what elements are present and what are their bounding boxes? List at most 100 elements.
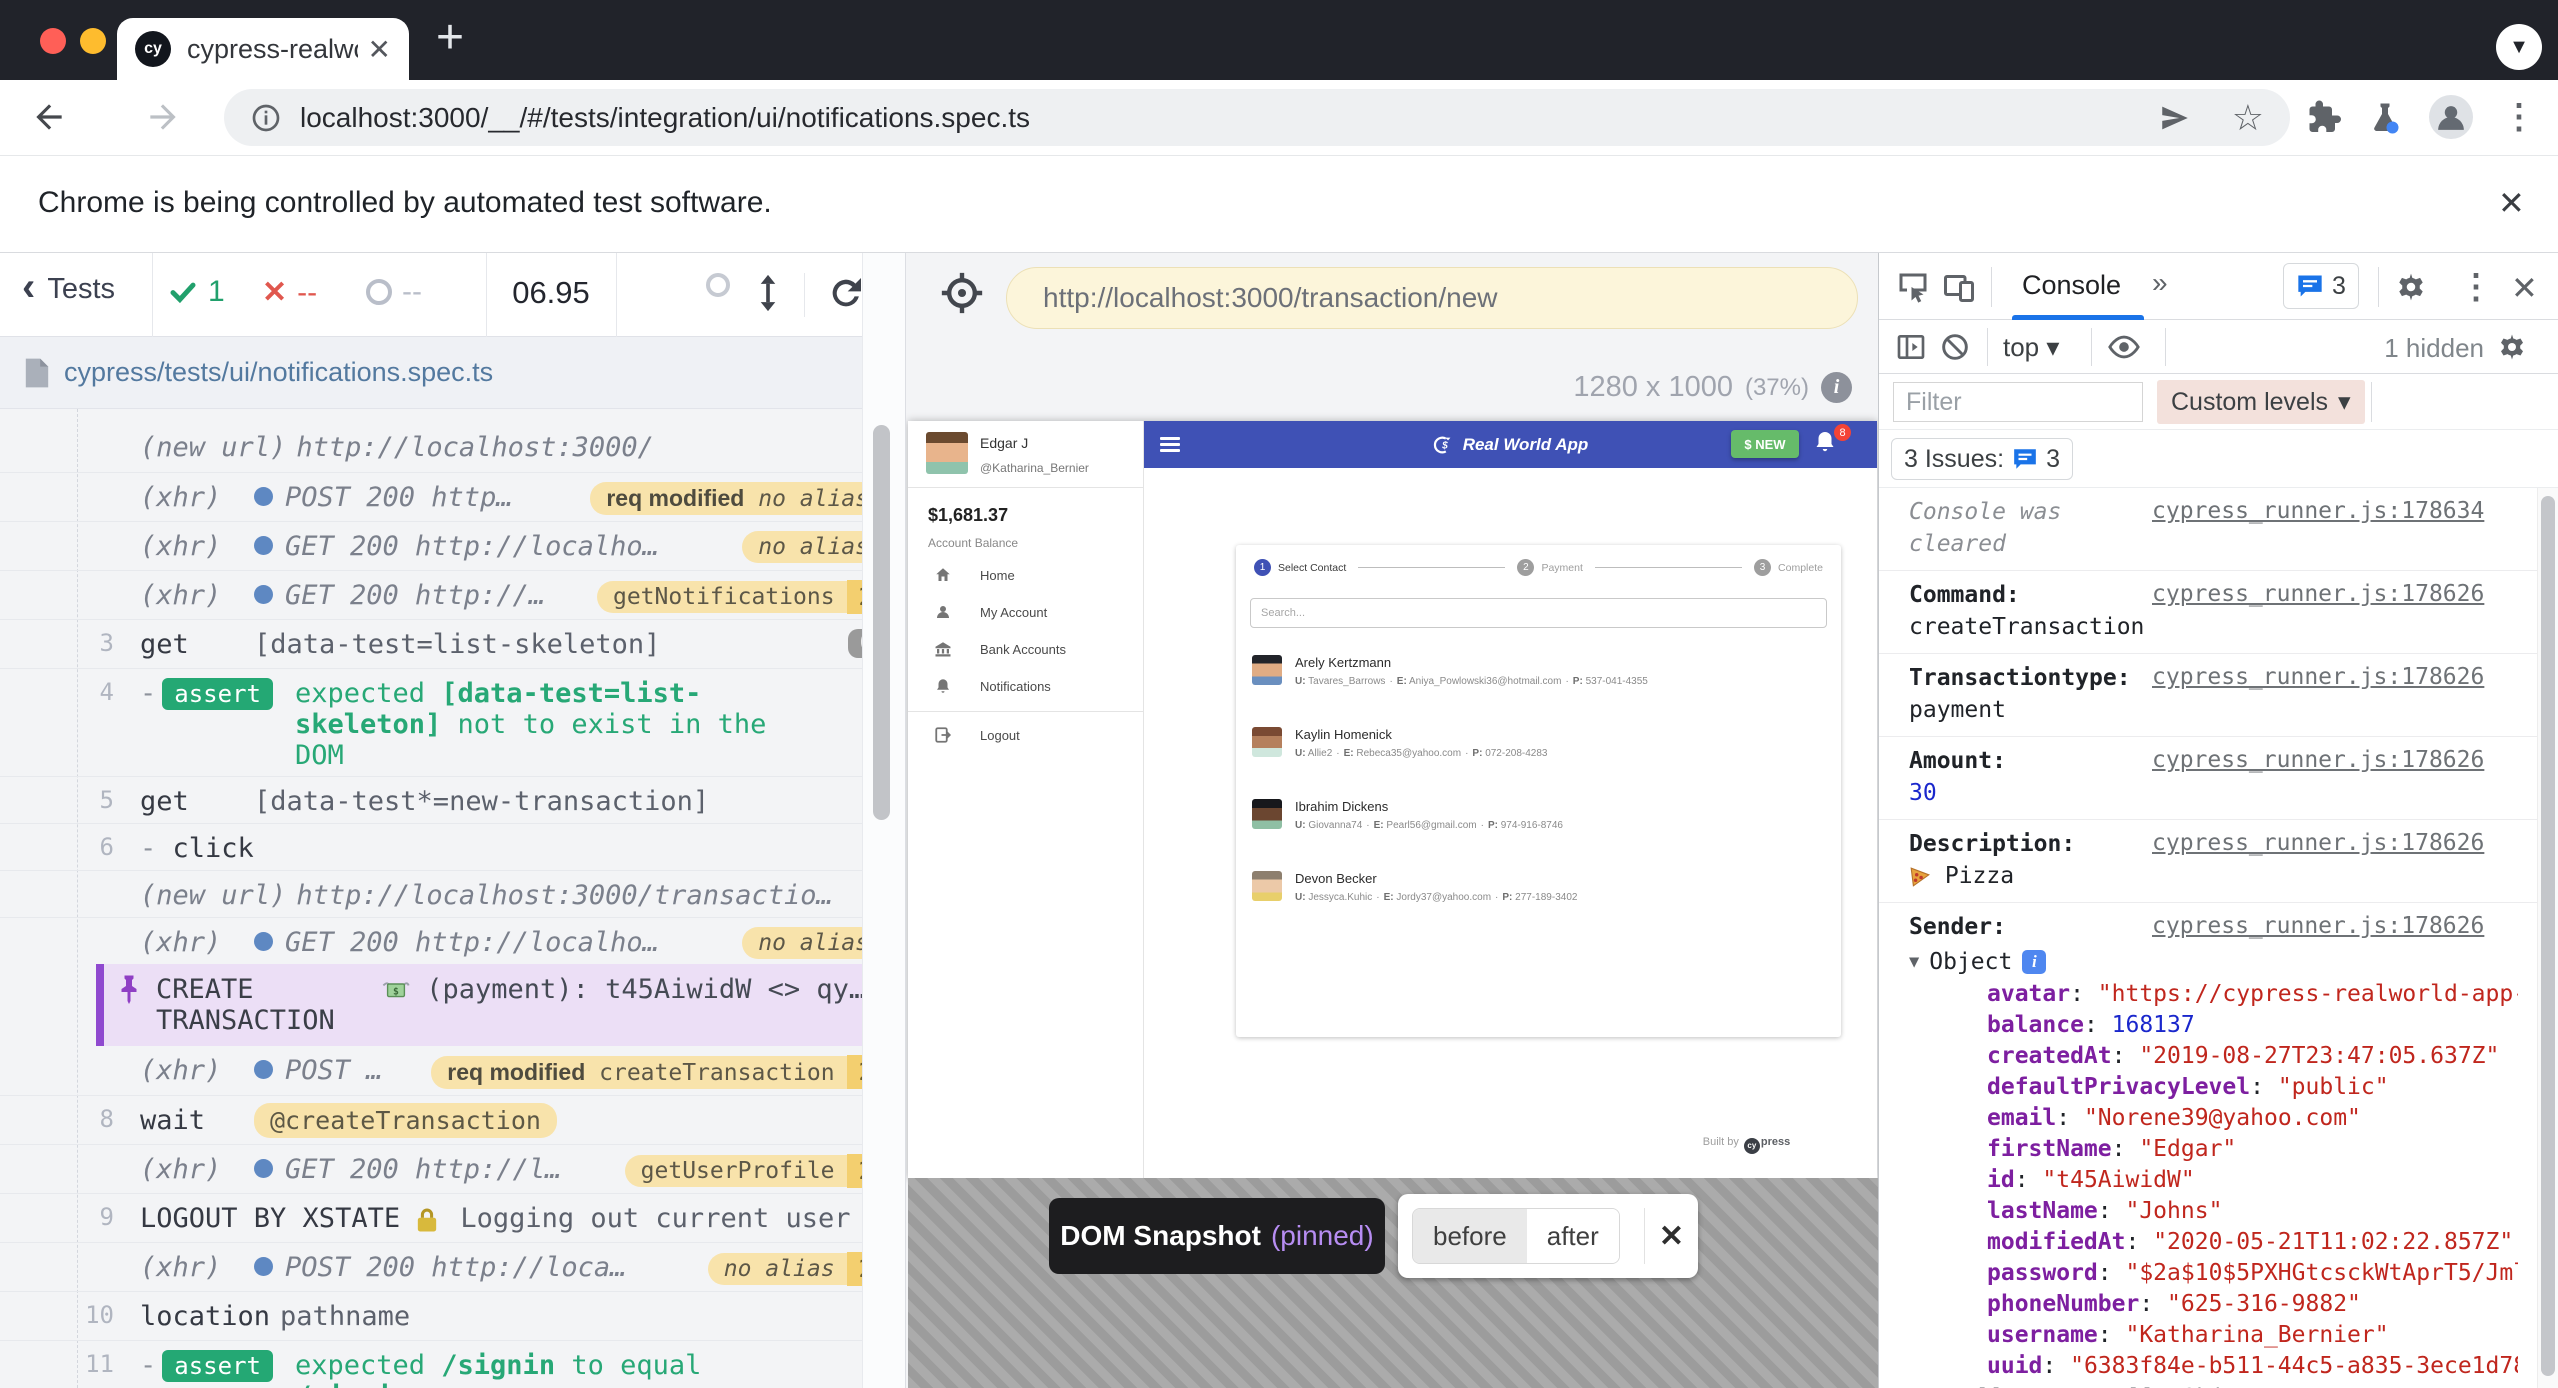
- automation-banner: Chrome is being controlled by automated …: [0, 155, 2558, 253]
- reporter-scrollbar-thumb[interactable]: [873, 425, 890, 820]
- source-link[interactable]: cypress_runner.js:178626: [2152, 830, 2484, 856]
- inspect-element-icon[interactable]: [1895, 269, 1931, 305]
- site-info-icon[interactable]: [250, 102, 282, 134]
- new-tab-button[interactable]: +: [424, 14, 476, 66]
- console-sidebar-toggle-icon[interactable]: [1895, 331, 1927, 363]
- traffic-light-close[interactable]: [40, 28, 66, 54]
- clear-console-icon[interactable]: [1939, 331, 1971, 363]
- console-settings-gear-icon[interactable]: [2497, 332, 2527, 362]
- source-link[interactable]: cypress_runner.js:178626: [2152, 581, 2484, 607]
- contact-list-item[interactable]: Devon Becker U: Jessyca.Kuhic·E: Jordy37…: [1236, 860, 1841, 932]
- log-row-logout[interactable]: 9 LOGOUT BY XSTATE Logging out current u…: [0, 1193, 905, 1242]
- console-entry-command: Command:createTransaction cypress_runner…: [1879, 571, 2558, 654]
- devtools-settings-gear-icon[interactable]: [2395, 271, 2427, 303]
- sidebar-item-home[interactable]: Home: [908, 557, 1143, 593]
- cypress-favicon-icon: cy: [135, 31, 171, 67]
- console-filter-input[interactable]: [1893, 382, 2143, 422]
- devtools-close-icon[interactable]: ✕: [2511, 269, 2538, 307]
- log-row-command[interactable]: 10 location pathname: [0, 1291, 905, 1340]
- devtools-scrollbar-thumb[interactable]: [2541, 496, 2555, 1376]
- log-row-xhr[interactable]: (xhr) POST 200 http… req modified no ali…: [0, 472, 905, 521]
- back-icon[interactable]: [26, 94, 72, 140]
- forward-icon[interactable]: [140, 94, 186, 140]
- sidebar-item-my-account[interactable]: My Account: [908, 594, 1143, 630]
- snapshot-close-button[interactable]: ✕: [1644, 1208, 1684, 1264]
- alias-badge: getNotifications: [597, 581, 847, 613]
- address-bar[interactable]: localhost:3000/__/#/tests/integration/ui…: [224, 89, 2290, 146]
- source-link[interactable]: cypress_runner.js:178626: [2152, 913, 2484, 939]
- log-row-xhr[interactable]: (xhr) POST 200 http://loca… no alias2: [0, 1242, 905, 1291]
- selector-playground-icon[interactable]: [940, 271, 984, 315]
- user-name: Edgar J: [980, 435, 1028, 451]
- browser-tab[interactable]: cy cypress-realworld-app ✕: [117, 18, 409, 80]
- log-row-assert[interactable]: 4 -assert expected [data-test=list-skele…: [0, 668, 905, 776]
- log-row-new-url[interactable]: (new url) http://localhost:3000/transact…: [0, 870, 905, 917]
- more-tabs-icon[interactable]: »: [2152, 267, 2168, 299]
- sidebar-item-notifications[interactable]: Notifications: [908, 668, 1143, 704]
- back-to-tests-link[interactable]: ‹ Tests: [22, 273, 115, 306]
- source-link[interactable]: cypress_runner.js:178634: [2152, 498, 2484, 524]
- contact-list-item[interactable]: Ibrahim Dickens U: Giovanna74·E: Pearl56…: [1236, 788, 1841, 860]
- account-balance-label: Account Balance: [928, 536, 1018, 550]
- browser-menu-kebab-icon[interactable]: ⋮: [2496, 94, 2542, 140]
- sidebar-item-bank-accounts[interactable]: Bank Accounts: [908, 631, 1143, 667]
- autoscroll-toggle-icon[interactable]: [706, 273, 730, 302]
- devtools-scrollbar[interactable]: [2537, 488, 2558, 1388]
- device-toolbar-icon[interactable]: [1941, 269, 1977, 305]
- contact-list-item[interactable]: Kaylin Homenick U: Allie2·E: Rebeca35@ya…: [1236, 716, 1841, 788]
- spec-path-link[interactable]: cypress/tests/ui/notifications.spec.ts: [64, 357, 493, 388]
- log-row-xhr[interactable]: (xhr) GET 200 http://… getNotifications2: [0, 570, 905, 619]
- log-row-xhr[interactable]: (xhr) GET 200 http://localho… no alias: [0, 521, 905, 570]
- profile-avatar[interactable]: [2428, 94, 2474, 140]
- live-expression-eye-icon[interactable]: [2107, 332, 2141, 362]
- experiments-flask-icon[interactable]: [2362, 94, 2408, 140]
- log-row-new-url[interactable]: (new url) http://localhost:3000/: [0, 423, 905, 472]
- source-link[interactable]: cypress_runner.js:178626: [2152, 747, 2484, 773]
- tab-search-menu[interactable]: ▼: [2496, 24, 2542, 70]
- sidebar-item-logout[interactable]: Logout: [908, 717, 1143, 753]
- bookmark-star-icon[interactable]: ☆: [2232, 97, 2264, 139]
- log-row-assert[interactable]: 11 -assert expected /signin to equal /si…: [0, 1340, 905, 1388]
- object-expander[interactable]: ▼ Object i: [1909, 945, 2518, 979]
- tab-close-icon[interactable]: ✕: [368, 33, 391, 66]
- contact-list-item[interactable]: Arely Kertzmann U: Tavares_Barrows·E: An…: [1236, 644, 1841, 716]
- viewport-info-icon[interactable]: i: [1821, 372, 1852, 403]
- wait-alias-badge: @createTransaction: [254, 1103, 557, 1138]
- console-messages-chip[interactable]: 3: [2283, 263, 2359, 309]
- issues-chip[interactable]: 3 Issues: 3: [1891, 438, 2073, 480]
- snapshot-before-button[interactable]: before: [1413, 1209, 1527, 1263]
- traffic-light-minimize[interactable]: [80, 28, 106, 54]
- context-selector[interactable]: top ▾: [2003, 332, 2059, 363]
- source-link[interactable]: cypress_runner.js:178626: [2152, 664, 2484, 690]
- create-transaction-card: 1 Select Contact 2 Payment 3 Complete: [1236, 545, 1841, 1037]
- tab-console[interactable]: Console: [2022, 270, 2121, 301]
- notifications-bell-button[interactable]: 8: [1813, 429, 1843, 461]
- log-levels-dropdown[interactable]: Custom levels ▾: [2157, 380, 2365, 424]
- new-transaction-button[interactable]: $ NEW: [1731, 430, 1799, 458]
- log-row-xhr[interactable]: (xhr) GET 200 http://localho… no alias: [0, 917, 905, 964]
- devtools-menu-kebab-icon[interactable]: ⋮: [2459, 267, 2493, 307]
- pending-count: --: [366, 275, 422, 309]
- banner-close-icon[interactable]: ✕: [2498, 184, 2525, 222]
- extensions-puzzle-icon[interactable]: [2300, 94, 2346, 140]
- log-row-command[interactable]: 6 - click: [0, 823, 905, 870]
- log-row-command[interactable]: 3 get [data-test=list-skeleton] 0: [0, 619, 905, 668]
- contact-search-input[interactable]: [1250, 598, 1827, 628]
- console-entry-description: Description: Pizza cypress_runner.js:178…: [1879, 820, 2558, 903]
- hidden-messages-label[interactable]: 1 hidden: [2384, 333, 2484, 364]
- reporter-scrollbar[interactable]: [862, 253, 905, 1388]
- contact-avatar: [1252, 727, 1282, 757]
- pinned-label: (pinned): [1271, 1220, 1374, 1252]
- log-row-xhr[interactable]: (xhr) POST … req modified createTransact…: [0, 1046, 905, 1095]
- snapshot-after-button[interactable]: after: [1527, 1209, 1619, 1263]
- rerun-tests-icon[interactable]: [826, 273, 866, 313]
- app-url-bar[interactable]: http://localhost:3000/transaction/new: [1006, 267, 1858, 329]
- log-row-xhr[interactable]: (xhr) GET 200 http://l… getUserProfile2: [0, 1144, 905, 1193]
- log-row-pinned-create-transaction[interactable]: CREATE TRANSACTION $ (payment): t45Aiwid…: [96, 964, 905, 1046]
- log-row-command[interactable]: 5 get [data-test*=new-transaction]: [0, 776, 905, 823]
- send-icon[interactable]: [2158, 101, 2192, 135]
- log-row-wait[interactable]: 8 wait @createTransaction: [0, 1095, 905, 1144]
- scroll-updown-icon[interactable]: [752, 273, 784, 313]
- prototype-expander[interactable]: ▶[[Prototype]]: Object: [1909, 1382, 2518, 1388]
- built-by-footer: Built bycypress: [1380, 1136, 1878, 1154]
